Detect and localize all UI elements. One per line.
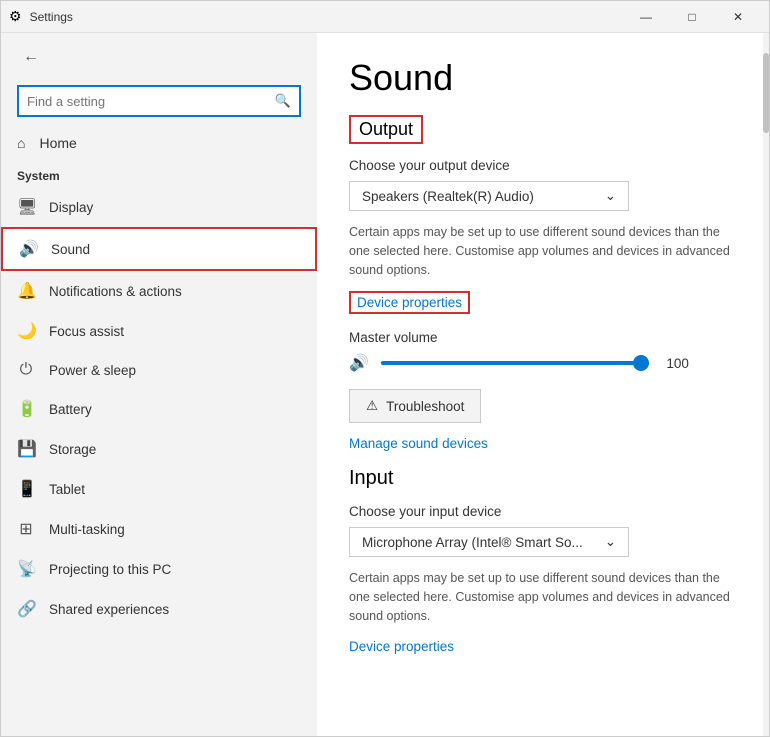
scrollbar-thumb bbox=[763, 53, 769, 133]
sidebar-item-sound[interactable]: 🔊 Sound bbox=[1, 227, 317, 271]
titlebar-icon: ⚙ bbox=[9, 8, 22, 25]
titlebar: ⚙ Settings — □ ✕ bbox=[1, 1, 769, 33]
sidebar-label-storage: Storage bbox=[49, 442, 96, 457]
back-button[interactable]: ← bbox=[17, 43, 45, 71]
multitasking-icon: ⊞ bbox=[17, 519, 35, 539]
dropdown-arrow-icon: ⌄ bbox=[605, 188, 616, 204]
minimize-button[interactable]: — bbox=[623, 1, 669, 33]
output-header: Output bbox=[349, 115, 423, 144]
volume-section: Master volume 🔊 100 bbox=[349, 330, 731, 373]
sidebar-item-battery[interactable]: 🔋 Battery bbox=[1, 389, 317, 429]
battery-icon: 🔋 bbox=[17, 399, 35, 419]
volume-icon: 🔊 bbox=[349, 353, 369, 373]
sidebar-label-multitasking: Multi-tasking bbox=[49, 522, 125, 537]
sound-icon: 🔊 bbox=[19, 239, 37, 259]
projecting-icon: 📡 bbox=[17, 559, 35, 579]
sidebar-label-display: Display bbox=[49, 200, 93, 215]
sidebar-item-multitasking[interactable]: ⊞ Multi-tasking bbox=[1, 509, 317, 549]
sidebar-item-home[interactable]: ⌂ Home bbox=[1, 125, 317, 161]
sidebar-section-label: System bbox=[1, 161, 317, 187]
home-icon: ⌂ bbox=[17, 135, 25, 151]
choose-output-label: Choose your output device bbox=[349, 158, 731, 173]
back-icon: ← bbox=[23, 48, 39, 66]
warning-icon: ⚠ bbox=[366, 398, 378, 414]
search-box[interactable]: 🔍 bbox=[17, 85, 301, 117]
slider-fill bbox=[381, 361, 641, 365]
output-section: Output Choose your output device Speaker… bbox=[349, 115, 731, 467]
input-section: Input Choose your input device Microphon… bbox=[349, 467, 731, 669]
sidebar-label-battery: Battery bbox=[49, 402, 92, 417]
notifications-icon: 🔔 bbox=[17, 281, 35, 301]
power-icon: ⏻ bbox=[17, 361, 35, 379]
choose-input-label: Choose your input device bbox=[349, 504, 731, 519]
sidebar-item-display[interactable]: 🖥 Display bbox=[1, 187, 317, 227]
sidebar-nav-top: ← bbox=[1, 33, 317, 81]
sidebar-label-shared: Shared experiences bbox=[49, 602, 169, 617]
sidebar-item-storage[interactable]: 💾 Storage bbox=[1, 429, 317, 469]
maximize-button[interactable]: □ bbox=[669, 1, 715, 33]
main-content: Sound Output Choose your output device S… bbox=[317, 33, 763, 736]
output-device-dropdown[interactable]: Speakers (Realtek(R) Audio) ⌄ bbox=[349, 181, 629, 211]
output-description: Certain apps may be set up to use differ… bbox=[349, 223, 731, 279]
sidebar: ← 🔍 ⌂ Home System 🖥 Display 🔊 bbox=[1, 33, 317, 736]
page-title: Sound bbox=[349, 57, 731, 99]
sidebar-item-focus[interactable]: 🌙 Focus assist bbox=[1, 311, 317, 351]
device-properties-link[interactable]: Device properties bbox=[349, 291, 470, 314]
sidebar-label-projecting: Projecting to this PC bbox=[49, 562, 171, 577]
focus-icon: 🌙 bbox=[17, 321, 35, 341]
volume-label: Master volume bbox=[349, 330, 731, 345]
sidebar-item-power[interactable]: ⏻ Power & sleep bbox=[1, 351, 317, 389]
sidebar-label-sound: Sound bbox=[51, 242, 90, 257]
search-icon: 🔍 bbox=[275, 93, 291, 109]
tablet-icon: 📱 bbox=[17, 479, 35, 499]
input-device-value: Microphone Array (Intel® Smart So... bbox=[362, 535, 583, 550]
slider-thumb bbox=[633, 355, 649, 371]
sidebar-item-projecting[interactable]: 📡 Projecting to this PC bbox=[1, 549, 317, 589]
input-description: Certain apps may be set up to use differ… bbox=[349, 569, 731, 625]
sidebar-label-focus: Focus assist bbox=[49, 324, 124, 339]
sidebar-label-tablet: Tablet bbox=[49, 482, 85, 497]
shared-icon: 🔗 bbox=[17, 599, 35, 619]
sidebar-item-shared[interactable]: 🔗 Shared experiences bbox=[1, 589, 317, 629]
sidebar-item-tablet[interactable]: 📱 Tablet bbox=[1, 469, 317, 509]
content-area: ← 🔍 ⌂ Home System 🖥 Display 🔊 bbox=[1, 33, 769, 736]
sidebar-label-notifications: Notifications & actions bbox=[49, 284, 182, 299]
sidebar-item-notifications[interactable]: 🔔 Notifications & actions bbox=[1, 271, 317, 311]
titlebar-controls: — □ ✕ bbox=[623, 1, 761, 33]
search-input[interactable] bbox=[27, 94, 275, 109]
input-dropdown-arrow-icon: ⌄ bbox=[605, 534, 616, 550]
titlebar-title: Settings bbox=[30, 10, 73, 24]
input-device-dropdown[interactable]: Microphone Array (Intel® Smart So... ⌄ bbox=[349, 527, 629, 557]
titlebar-left: ⚙ Settings bbox=[9, 8, 73, 25]
display-icon: 🖥 bbox=[17, 197, 35, 217]
troubleshoot-label: Troubleshoot bbox=[386, 399, 464, 414]
input-device-properties-link[interactable]: Device properties bbox=[349, 639, 454, 654]
sidebar-home-label: Home bbox=[39, 135, 76, 151]
storage-icon: 💾 bbox=[17, 439, 35, 459]
scrollbar-track[interactable] bbox=[763, 33, 769, 736]
volume-row: 🔊 100 bbox=[349, 353, 731, 373]
input-header: Input bbox=[349, 467, 731, 490]
manage-devices-link[interactable]: Manage sound devices bbox=[349, 436, 488, 451]
volume-value: 100 bbox=[653, 356, 689, 371]
sidebar-label-power: Power & sleep bbox=[49, 363, 136, 378]
troubleshoot-button[interactable]: ⚠ Troubleshoot bbox=[349, 389, 481, 423]
output-device-value: Speakers (Realtek(R) Audio) bbox=[362, 189, 534, 204]
close-button[interactable]: ✕ bbox=[715, 1, 761, 33]
volume-slider[interactable] bbox=[381, 361, 641, 365]
settings-window: ⚙ Settings — □ ✕ ← 🔍 ⌂ bbox=[0, 0, 770, 737]
